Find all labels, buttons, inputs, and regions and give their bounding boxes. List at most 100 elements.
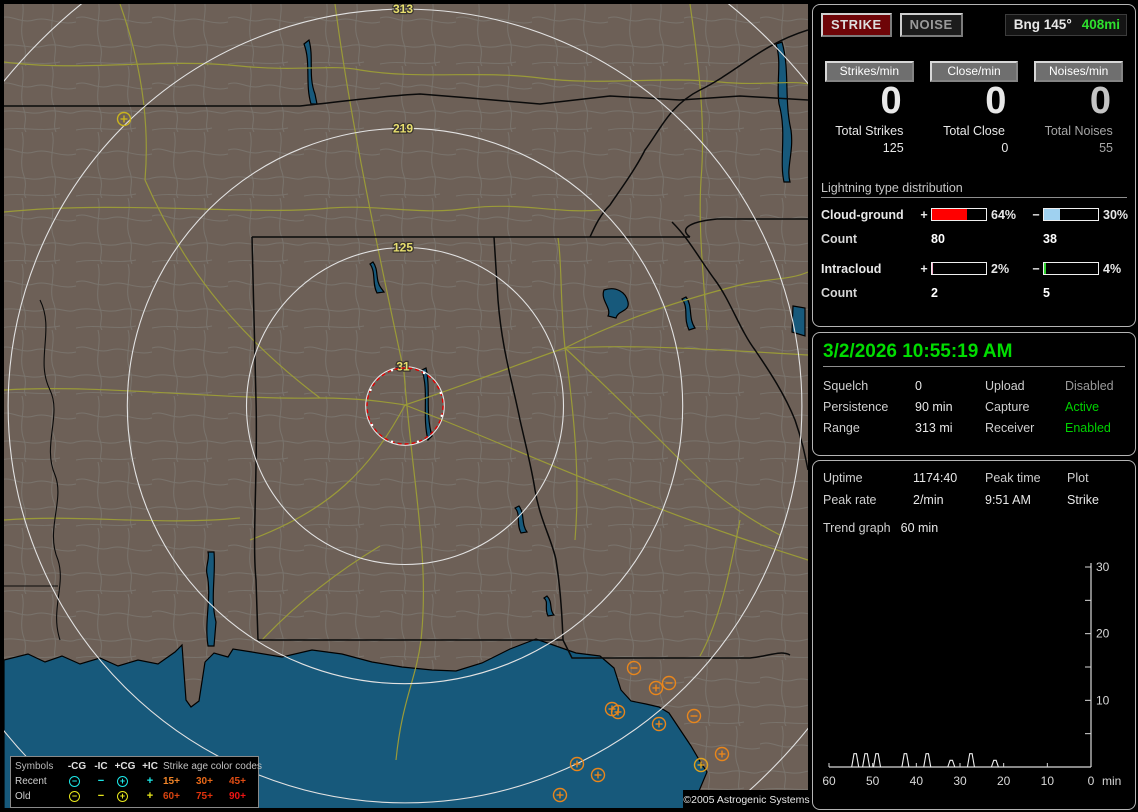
recent-pcg-icon: + bbox=[113, 776, 137, 787]
persistence-value: 90 min bbox=[915, 400, 953, 414]
trend-spike bbox=[990, 759, 999, 768]
legend-old-label: Old bbox=[15, 790, 31, 802]
trend-spike bbox=[862, 753, 871, 768]
trend-spike bbox=[966, 753, 975, 768]
cloud-ground-label: Cloud-ground bbox=[821, 207, 904, 222]
map-legend: Symbols -CG -IC +CG +IC Strike age color… bbox=[10, 756, 262, 808]
minus-sign: − bbox=[1032, 261, 1040, 276]
noise-dot bbox=[390, 440, 394, 443]
noise-dot bbox=[422, 371, 426, 375]
noise-dot bbox=[390, 369, 394, 372]
ring-label-313: 313 bbox=[393, 2, 413, 16]
legend-col-pcg: +CG bbox=[114, 760, 136, 772]
ic-negative-bar bbox=[1043, 262, 1099, 276]
status-panel: 3/2/2026 10:55:19 AM Squelch 0 Upload Di… bbox=[812, 332, 1136, 456]
close-per-min-button[interactable]: Close/min bbox=[929, 61, 1019, 82]
ring-label-125: 125 bbox=[393, 241, 413, 255]
legend-col-nic: -IC bbox=[94, 760, 108, 772]
total-strikes-value: 125 bbox=[882, 140, 904, 155]
legend-col-pic: +IC bbox=[142, 760, 158, 772]
noises-per-min-button[interactable]: Noises/min bbox=[1034, 61, 1123, 82]
trend-x-tick: 30 bbox=[953, 774, 967, 788]
age-code-45: 45+ bbox=[229, 775, 246, 787]
trend-x-unit: min bbox=[1102, 774, 1121, 788]
datetime-display: 3/2/2026 10:55:19 AM bbox=[823, 341, 1125, 367]
squelch-value: 0 bbox=[915, 379, 922, 393]
age-code-60: 60+ bbox=[163, 790, 180, 802]
bearing-label: Bng 145° bbox=[1013, 17, 1072, 32]
peak-rate-value: 2/min bbox=[913, 493, 944, 507]
recent-ncg-icon: − bbox=[65, 776, 89, 787]
legend-symbols-header: Symbols bbox=[15, 760, 54, 772]
trend-x-tick: 40 bbox=[910, 774, 924, 788]
strike-map[interactable]: 31 125 219 313 Symbols -CG -IC +CG +IC Stri… bbox=[0, 0, 810, 812]
total-noises-label: Total Noises bbox=[1044, 123, 1113, 138]
old-ncg-icon: − bbox=[65, 791, 89, 802]
cg-negative-bar bbox=[1043, 208, 1099, 222]
trend-spike bbox=[901, 753, 910, 768]
legend-col-ncg: -CG bbox=[67, 760, 87, 772]
copyright-text: ©2005 Astrogenic Systems bbox=[683, 790, 810, 809]
ic-positive-bar bbox=[931, 262, 987, 276]
strikes-per-min-button[interactable]: Strikes/min bbox=[825, 61, 914, 82]
noise-toggle-button[interactable]: NOISE bbox=[899, 13, 963, 37]
trend-spike bbox=[923, 753, 932, 768]
strike-toggle-button[interactable]: STRIKE bbox=[821, 13, 892, 37]
trend-graph-label: Trend graph bbox=[823, 521, 891, 535]
ic-negative-count: 5 bbox=[1043, 285, 1050, 300]
trend-graph: 60 50 40 30 20 10 0 min 10 20 30 bbox=[822, 560, 1121, 788]
cg-negative-pct: 30% bbox=[1103, 207, 1129, 222]
recent-pic-icon: + bbox=[146, 775, 154, 787]
upload-status: Disabled bbox=[1065, 379, 1114, 393]
counters-panel: STRIKE NOISE Bng 145° 408mi Strikes/min … bbox=[812, 4, 1136, 327]
range-label: Range bbox=[823, 421, 860, 435]
total-close-value: 0 bbox=[1001, 140, 1009, 155]
trend-y-tick: 20 bbox=[1096, 627, 1110, 641]
ring-label-219: 219 bbox=[393, 121, 413, 135]
ring-label-31: 31 bbox=[396, 360, 410, 374]
cg-negative-count: 38 bbox=[1043, 231, 1057, 246]
minus-sign: − bbox=[1032, 207, 1040, 222]
trend-x-tick: 0 bbox=[1088, 774, 1095, 788]
strikes-per-min-value: 0 bbox=[880, 80, 902, 122]
map-canvas[interactable]: 31 125 219 313 bbox=[0, 0, 810, 812]
intracloud-label: Intracloud bbox=[821, 261, 882, 276]
old-nic-icon: − bbox=[97, 790, 105, 802]
trend-y-tick: 10 bbox=[1096, 693, 1110, 707]
noises-per-min-value: 0 bbox=[1089, 80, 1111, 122]
trend-spike bbox=[851, 753, 860, 768]
capture-status: Active bbox=[1065, 400, 1100, 414]
noise-dot bbox=[370, 423, 374, 427]
plus-sign: + bbox=[920, 207, 928, 222]
total-noises-value: 55 bbox=[1099, 140, 1113, 155]
trend-spike bbox=[947, 759, 956, 768]
trend-x-tick: 50 bbox=[866, 774, 880, 788]
trend-spike bbox=[872, 753, 882, 768]
squelch-label: Squelch bbox=[823, 379, 869, 393]
legend-recent-label: Recent bbox=[15, 775, 47, 787]
close-per-min-value: 0 bbox=[985, 80, 1007, 122]
age-code-15: 15+ bbox=[163, 775, 180, 787]
ic-negative-pct: 4% bbox=[1103, 261, 1122, 276]
capture-label: Capture bbox=[985, 400, 1030, 414]
trend-x-tick: 20 bbox=[997, 774, 1011, 788]
range-value: 313 mi bbox=[915, 421, 953, 435]
distribution-heading: Lightning type distribution bbox=[821, 181, 1127, 198]
plot-label: Plot bbox=[1067, 471, 1089, 485]
ic-positive-count: 2 bbox=[931, 285, 938, 300]
cg-positive-count: 80 bbox=[931, 231, 945, 246]
age-code-30: 30+ bbox=[196, 775, 213, 787]
noise-dot bbox=[440, 414, 443, 418]
app-window: 31 125 219 313 Symbols -CG -IC +CG +IC Stri… bbox=[0, 0, 1138, 812]
upload-label: Upload bbox=[985, 379, 1025, 393]
trend-x-tick: 10 bbox=[1041, 774, 1055, 788]
peak-time-value: 9:51 AM bbox=[985, 493, 1031, 507]
age-code-90: 90+ bbox=[229, 790, 246, 802]
trend-panel: Uptime 1174:40 Peak time Plot Peak rate … bbox=[812, 460, 1136, 810]
uptime-value: 1174:40 bbox=[913, 471, 958, 485]
legend-age-header: Strike age color codes bbox=[163, 760, 262, 772]
noise-dot bbox=[416, 440, 420, 443]
bearing-distance: 408mi bbox=[1081, 17, 1120, 32]
receiver-status: Enabled bbox=[1065, 421, 1111, 435]
ic-positive-pct: 2% bbox=[991, 261, 1010, 276]
